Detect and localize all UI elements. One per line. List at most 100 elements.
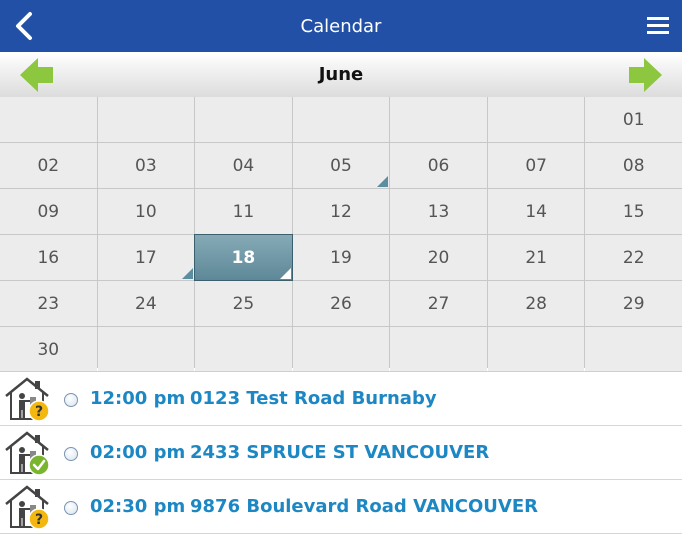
menu-button[interactable]	[640, 8, 676, 44]
chevron-left-icon	[16, 12, 32, 40]
page-title: Calendar	[300, 15, 382, 37]
calendar-day-14[interactable]: 14	[487, 189, 585, 234]
calendar-day-30[interactable]: 30	[0, 327, 97, 372]
event-indicator-icon	[279, 268, 291, 279]
month-bar: June	[0, 52, 682, 98]
calendar-day-07[interactable]: 07	[487, 143, 585, 188]
calendar-day-number: 15	[622, 201, 645, 222]
calendar-day-number: 18	[231, 247, 256, 268]
calendar-day-number: 06	[427, 155, 450, 176]
calendar-day-number: 16	[37, 247, 60, 268]
calendar-day-10[interactable]: 10	[97, 189, 195, 234]
back-button[interactable]	[6, 8, 42, 44]
appointment-radio[interactable]	[64, 447, 78, 461]
calendar-empty-cell	[390, 327, 487, 372]
calendar-day-09[interactable]: 09	[0, 189, 97, 234]
calendar-grid: 01 02 03 04 05 06 07 08 09 10 11 12 13 14 15 16 17 18 19 20…	[0, 97, 682, 372]
calendar-day-number: 04	[232, 155, 255, 176]
question-badge-icon: ?	[28, 400, 50, 422]
calendar-day-28[interactable]: 28	[487, 281, 585, 326]
calendar-day-number: 19	[330, 247, 352, 268]
calendar-day-11[interactable]: 11	[195, 189, 292, 234]
calendar-day-04[interactable]: 04	[195, 143, 292, 188]
appointment-time: 12:00 pm	[90, 388, 186, 409]
calendar-empty-cell	[195, 327, 292, 372]
calendar-day-number: 21	[525, 247, 547, 268]
calendar-day-20[interactable]: 20	[390, 235, 487, 280]
calendar-day-number: 09	[37, 201, 60, 222]
calendar-day-number: 02	[37, 155, 60, 176]
question-badge-icon: ?	[28, 508, 50, 530]
appointment-row[interactable]: ? 02:30 pm 9876 Boulevard Road VANCOUVER	[0, 480, 682, 534]
calendar-day-06[interactable]: 06	[390, 143, 487, 188]
calendar-day-number: 29	[622, 293, 645, 314]
calendar-day-05[interactable]: 05	[292, 143, 390, 188]
calendar-day-01[interactable]: 01	[585, 97, 682, 142]
calendar-day-number: 22	[622, 247, 645, 268]
calendar-day-21[interactable]: 21	[487, 235, 585, 280]
app-header: Calendar	[0, 0, 682, 52]
calendar-day-number: 30	[37, 339, 60, 360]
calendar-day-number: 26	[330, 293, 352, 314]
appointment-list: ? 12:00 pm 0123 Test Road Burnaby 02:00 …	[0, 371, 682, 536]
calendar-day-22[interactable]: 22	[585, 235, 682, 280]
checkmark-badge-icon	[28, 454, 50, 476]
calendar-empty-cell	[487, 327, 585, 372]
calendar-day-number: 10	[135, 201, 157, 222]
appointment-address[interactable]: 0123 Test Road Burnaby	[190, 388, 437, 409]
calendar-day-02[interactable]: 02	[0, 143, 97, 188]
calendar-day-number: 17	[135, 247, 157, 268]
calendar-day-number: 25	[232, 293, 255, 314]
svg-text:?: ?	[35, 512, 43, 528]
calendar-day-26[interactable]: 26	[292, 281, 390, 326]
calendar-day-24[interactable]: 24	[97, 281, 195, 326]
calendar-day-18[interactable]: 18	[194, 234, 293, 281]
previous-month-arrow-icon[interactable]	[20, 57, 54, 93]
event-indicator-icon	[182, 268, 194, 279]
calendar-day-03[interactable]: 03	[97, 143, 195, 188]
event-indicator-icon	[377, 176, 389, 187]
calendar-day-16[interactable]: 16	[0, 235, 97, 280]
calendar-day-number: 05	[330, 155, 352, 176]
calendar-day-number: 13	[427, 201, 450, 222]
appointment-address[interactable]: 9876 Boulevard Road VANCOUVER	[190, 496, 538, 517]
calendar-day-number: 14	[525, 201, 547, 222]
calendar-day-number: 12	[330, 201, 352, 222]
calendar-empty-cell	[0, 97, 97, 142]
calendar-day-27[interactable]: 27	[390, 281, 487, 326]
next-month-arrow-icon[interactable]	[628, 57, 662, 93]
calendar-day-15[interactable]: 15	[585, 189, 682, 234]
appointment-radio[interactable]	[64, 393, 78, 407]
calendar-empty-cell	[292, 327, 390, 372]
calendar-empty-cell	[390, 97, 487, 142]
appointment-radio[interactable]	[64, 501, 78, 515]
calendar-day-number: 11	[232, 201, 255, 222]
svg-text:?: ?	[35, 404, 43, 420]
calendar-day-number: 28	[525, 293, 547, 314]
calendar-day-23[interactable]: 23	[0, 281, 97, 326]
calendar-day-number: 03	[135, 155, 157, 176]
calendar-day-number: 20	[427, 247, 450, 268]
calendar-day-08[interactable]: 08	[585, 143, 682, 188]
calendar-empty-cell	[97, 97, 195, 142]
appointment-time: 02:00 pm	[90, 442, 186, 463]
calendar-day-17[interactable]: 17	[97, 235, 195, 280]
calendar-day-29[interactable]: 29	[585, 281, 682, 326]
calendar-day-13[interactable]: 13	[390, 189, 487, 234]
calendar-day-19[interactable]: 19	[292, 235, 390, 280]
calendar-day-25[interactable]: 25	[195, 281, 292, 326]
appointment-row[interactable]: ? 12:00 pm 0123 Test Road Burnaby	[0, 372, 682, 426]
calendar-empty-cell	[195, 97, 292, 142]
calendar-screen: Calendar June 01 02 03 04 05 06 07 08 09 10 11 12 13…	[0, 0, 682, 535]
calendar-day-number: 24	[135, 293, 157, 314]
appointment-address[interactable]: 2433 SPRUCE ST VANCOUVER	[190, 442, 489, 463]
calendar-empty-cell	[97, 327, 195, 372]
calendar-day-number: 27	[427, 293, 450, 314]
calendar-day-12[interactable]: 12	[292, 189, 390, 234]
calendar-day-number: 08	[622, 155, 645, 176]
calendar-empty-cell	[487, 97, 585, 142]
calendar-empty-cell	[585, 327, 682, 372]
calendar-empty-cell	[292, 97, 390, 142]
appointment-row[interactable]: 02:00 pm 2433 SPRUCE ST VANCOUVER	[0, 426, 682, 480]
appointment-time: 02:30 pm	[90, 496, 186, 517]
